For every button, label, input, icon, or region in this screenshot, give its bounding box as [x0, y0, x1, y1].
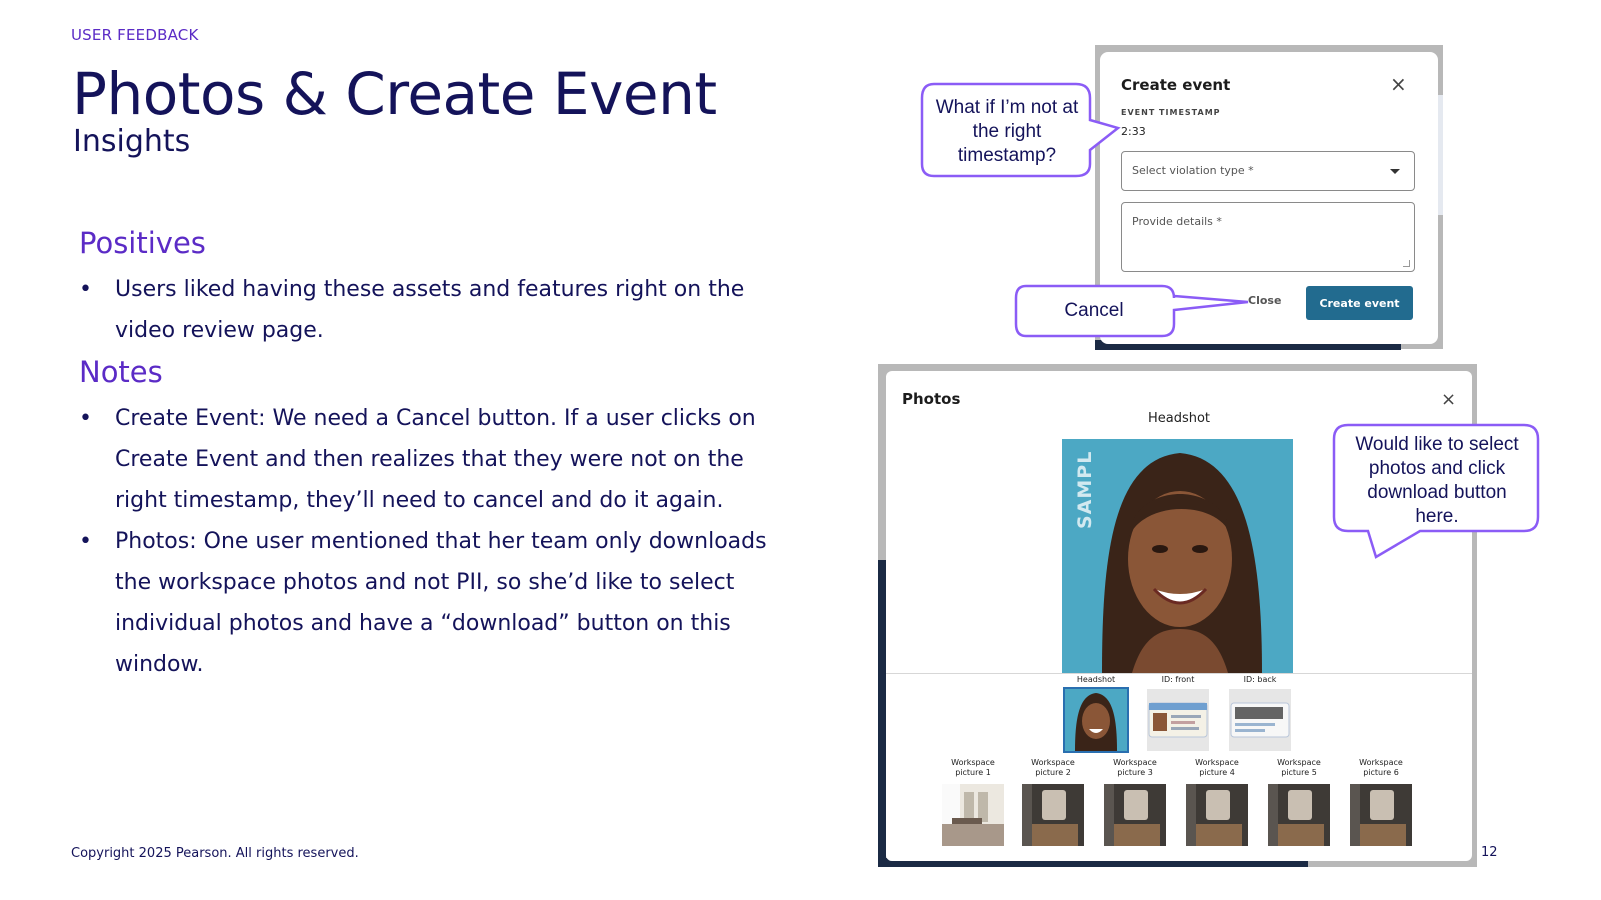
background-panel-bar [878, 560, 886, 867]
note-item: • Photos: One user mentioned that her tea… [79, 521, 779, 685]
timestamp-label: EVENT TIMESTAMP [1121, 108, 1221, 117]
thumb-headshot[interactable] [1063, 687, 1129, 753]
positives-list: • Users liked having these assets and fea… [79, 269, 779, 351]
thumb-label-workspace-6: Workspace picture 6 [1359, 758, 1403, 777]
resize-handle-icon[interactable] [1403, 260, 1410, 267]
desk-thumb-image [1350, 784, 1412, 846]
desk-thumb-image [1186, 784, 1248, 846]
positives-heading: Positives [79, 226, 206, 260]
close-icon[interactable]: × [1441, 389, 1456, 410]
create-event-button[interactable]: Create event [1306, 286, 1413, 320]
thumb-label-workspace-1: Workspace picture 1 [951, 758, 995, 777]
eyebrow-label: USER FEEDBACK [71, 26, 199, 44]
positive-item: • Users liked having these assets and fea… [79, 269, 779, 351]
notes-heading: Notes [79, 355, 163, 389]
page-number: 12 [1481, 845, 1498, 860]
thumb-workspace-3[interactable] [1104, 784, 1166, 846]
headshot-thumb-image [1075, 693, 1117, 751]
thumb-label-workspace-2: Workspace picture 2 [1031, 758, 1075, 777]
thumb-workspace-5[interactable] [1268, 784, 1330, 846]
thumb-label-workspace-4: Workspace picture 4 [1195, 758, 1239, 777]
note-item: • Create Event: We need a Cancel button. … [79, 398, 779, 521]
thumb-workspace-2[interactable] [1022, 784, 1084, 846]
download-callout-text: Would like to select photos and click do… [1355, 434, 1519, 527]
slide-title: Photos & Create Event [72, 60, 717, 128]
caret-down-icon [1390, 169, 1400, 174]
desk-thumb-image [1268, 784, 1330, 846]
bullet-dot: • [79, 406, 92, 431]
thumb-workspace-4[interactable] [1186, 784, 1248, 846]
close-icon[interactable]: × [1390, 72, 1407, 96]
note-text: Create Event: We need a Cancel button. I… [115, 406, 756, 513]
divider [886, 673, 1472, 674]
slide-subtitle: Insights [73, 124, 191, 159]
photos-title: Photos [902, 390, 961, 408]
office-thumb-image [942, 784, 1004, 846]
thumb-workspace-1[interactable] [942, 784, 1004, 846]
violation-type-select[interactable]: Select violation type * [1121, 151, 1415, 191]
thumb-label-id-back: ID: back [1243, 675, 1277, 684]
details-textarea[interactable]: Provide details * [1121, 202, 1415, 272]
desk-thumb-image [1104, 784, 1166, 846]
bullet-dot: • [79, 529, 92, 554]
thumb-label-workspace-5: Workspace picture 5 [1277, 758, 1321, 777]
timestamp-callout-text: What if I’m not at the right timestamp? [935, 97, 1079, 166]
create-event-title: Create event [1121, 76, 1231, 94]
bullet-dot: • [79, 277, 92, 302]
thumb-id-back[interactable] [1229, 689, 1291, 751]
thumb-id-front[interactable] [1147, 689, 1209, 751]
thumb-label-headshot: Headshot [1076, 675, 1116, 684]
id-front-thumb-image [1148, 702, 1208, 738]
notes-list: • Create Event: We need a Cancel button. … [79, 398, 779, 685]
id-back-thumb-image [1230, 702, 1290, 738]
violation-type-placeholder: Select violation type * [1132, 164, 1254, 177]
thumb-label-id-front: ID: front [1161, 675, 1195, 684]
positive-text: Users liked having these assets and feat… [115, 277, 745, 343]
thumb-workspace-6[interactable] [1350, 784, 1412, 846]
note-text: Photos: One user mentioned that her team… [115, 529, 767, 677]
desk-thumb-image [1022, 784, 1084, 846]
sample-watermark: SAMPL [1074, 450, 1096, 529]
cancel-callout-text: Cancel [1064, 300, 1124, 321]
close-button[interactable]: Close [1248, 294, 1281, 307]
details-placeholder: Provide details * [1132, 215, 1222, 228]
copyright-footer: Copyright 2025 Pearson. All rights reser… [71, 846, 359, 861]
thumb-label-workspace-3: Workspace picture 3 [1113, 758, 1157, 777]
portrait-illustration [1062, 439, 1293, 673]
headshot-photo: SAMPL [1062, 439, 1293, 673]
